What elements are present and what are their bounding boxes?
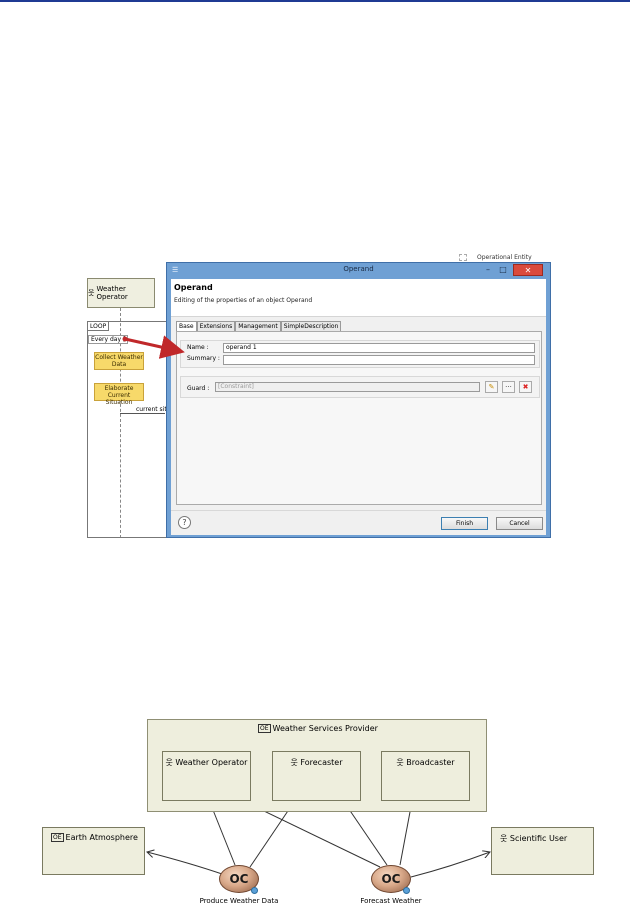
role-broadcaster[interactable]: 웃 Broadcaster [381, 751, 470, 801]
actor-icon: 웃 [290, 758, 301, 767]
role-forecaster[interactable]: 웃 Forecaster [272, 751, 361, 801]
operational-architecture-diagram: OE Weather Services Provider 웃 Weather Op… [30, 715, 610, 911]
role-label: Weather Operator [175, 758, 248, 767]
role-label: Broadcaster [406, 758, 455, 767]
entity-label: Earth Atmosphere [65, 833, 138, 842]
callout-arrow [122, 335, 185, 359]
top-rule [0, 0, 630, 2]
role-label: Forecaster [300, 758, 343, 767]
operational-entity-icon: OE [258, 724, 271, 733]
role-weather-operator[interactable]: 웃 Weather Operator [162, 751, 251, 801]
sequence-diagram-screenshot: Operational Entity 웃 Weather Operator LO… [83, 248, 558, 538]
capability-badge-icon [251, 887, 258, 894]
container-title: OE Weather Services Provider [148, 724, 488, 733]
entity-weather-services-provider[interactable]: OE Weather Services Provider 웃 Weather Op… [147, 719, 487, 812]
capability-label: Forecast Weather [360, 897, 422, 905]
actor-icon: 웃 [396, 758, 407, 767]
actor-scientific-user[interactable]: 웃 Scientific User [491, 827, 594, 875]
capability-badge-icon [403, 887, 410, 894]
container-title-text: Weather Services Provider [272, 724, 378, 733]
capability-label: Produce Weather Data [199, 897, 279, 905]
actor-label: Scientific User [509, 834, 568, 843]
operational-entity-icon: OE [51, 833, 64, 842]
actor-icon: 웃 [500, 834, 510, 843]
entity-earth-atmosphere[interactable]: OE Earth Atmosphere [42, 827, 145, 875]
actor-icon: 웃 [165, 758, 176, 767]
